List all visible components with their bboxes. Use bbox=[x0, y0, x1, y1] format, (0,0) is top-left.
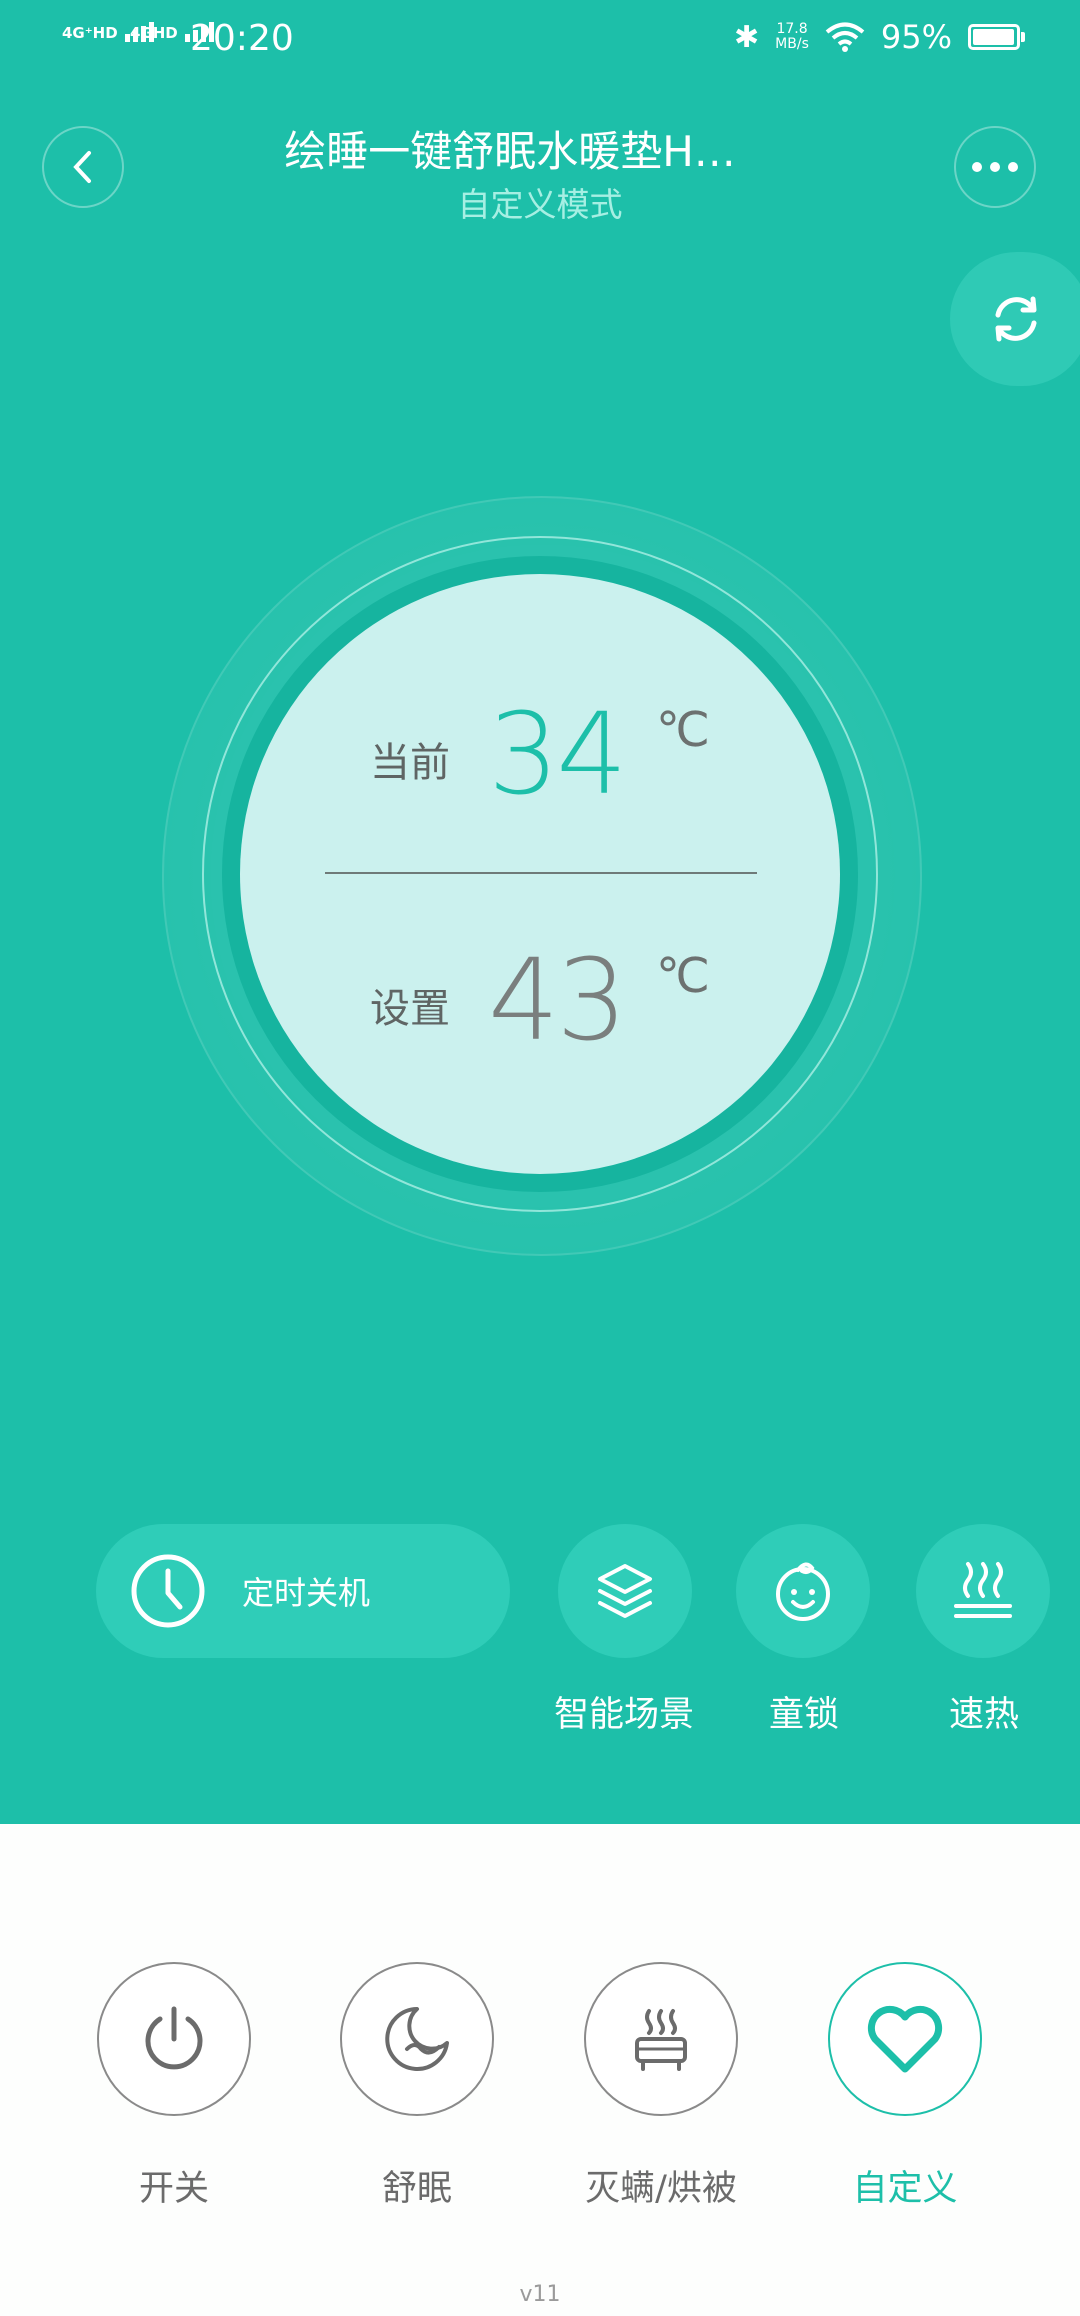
smart-scene-label: 智能场景 bbox=[553, 1695, 694, 1735]
app-version: v11 bbox=[519, 2282, 561, 2307]
mode-sleep-button[interactable] bbox=[340, 1962, 494, 2116]
child-lock-label: 童锁 bbox=[768, 1695, 839, 1735]
temperature-gauge bbox=[240, 574, 840, 1174]
mode-power-label: 开关 bbox=[138, 2169, 209, 2209]
refresh-icon bbox=[995, 296, 1037, 342]
mode-sleep-label: 舒眠 bbox=[381, 2169, 452, 2209]
network-speed-unit: MB/s bbox=[775, 36, 809, 52]
smart-scene-button[interactable] bbox=[558, 1524, 692, 1658]
status-bar: 4G⁺HD 4GHD 20:20 ✱ 17.8 MB/s 95% bbox=[0, 0, 1080, 84]
signal-2-label: 4GHD bbox=[130, 24, 178, 42]
mode-mite-button[interactable] bbox=[584, 1962, 738, 2116]
layers-icon bbox=[598, 1564, 652, 1618]
chevron-left-icon bbox=[73, 151, 91, 183]
clock-icon bbox=[131, 1554, 205, 1628]
battery-icon bbox=[968, 24, 1025, 50]
heat-waves-icon bbox=[954, 1562, 1012, 1618]
heater-icon bbox=[635, 2009, 687, 2071]
mode-custom-button[interactable] bbox=[828, 1962, 982, 2116]
mode-subtitle: 自定义模式 bbox=[457, 185, 623, 224]
back-button[interactable] bbox=[42, 126, 124, 208]
baby-face-icon bbox=[776, 1562, 830, 1621]
refresh-button[interactable] bbox=[950, 252, 1080, 386]
wifi-icon bbox=[825, 22, 865, 52]
network-speed-value: 17.8 bbox=[776, 21, 808, 37]
status-time: 20:20 bbox=[190, 18, 294, 59]
moon-sleep-icon bbox=[385, 2007, 449, 2071]
heart-icon bbox=[867, 2005, 943, 2073]
mode-custom-label: 自定义 bbox=[852, 2169, 958, 2209]
quick-heat-button[interactable] bbox=[916, 1524, 1050, 1658]
battery-percent: 95% bbox=[880, 18, 952, 56]
power-icon bbox=[145, 2006, 203, 2070]
network-speed: 17.8 MB/s bbox=[775, 22, 809, 52]
gauge-divider bbox=[325, 872, 757, 874]
child-lock-button[interactable] bbox=[736, 1524, 870, 1658]
mode-mite-label: 灭螨/烘被 bbox=[585, 2169, 737, 2209]
signal-1-label: 4G⁺HD bbox=[62, 24, 118, 42]
bluetooth-icon: ✱ bbox=[734, 19, 760, 55]
set-temp-unit: ℃ bbox=[656, 948, 710, 1004]
current-temp-value: 34 bbox=[488, 690, 628, 820]
set-temp-label: 设置 bbox=[370, 986, 450, 1032]
more-dots-icon bbox=[972, 162, 1018, 172]
set-temp-value: 43 bbox=[488, 936, 628, 1066]
device-title: 绘睡一键舒眠水暖垫H… bbox=[284, 127, 736, 176]
current-temp-label: 当前 bbox=[370, 740, 450, 786]
mode-power-button[interactable] bbox=[97, 1962, 251, 2116]
timer-off-button[interactable]: 定时关机 bbox=[96, 1524, 510, 1658]
more-button[interactable] bbox=[954, 126, 1036, 208]
quick-heat-label: 速热 bbox=[948, 1695, 1019, 1735]
timer-off-label: 定时关机 bbox=[242, 1574, 371, 1612]
current-temp-unit: ℃ bbox=[656, 702, 710, 758]
